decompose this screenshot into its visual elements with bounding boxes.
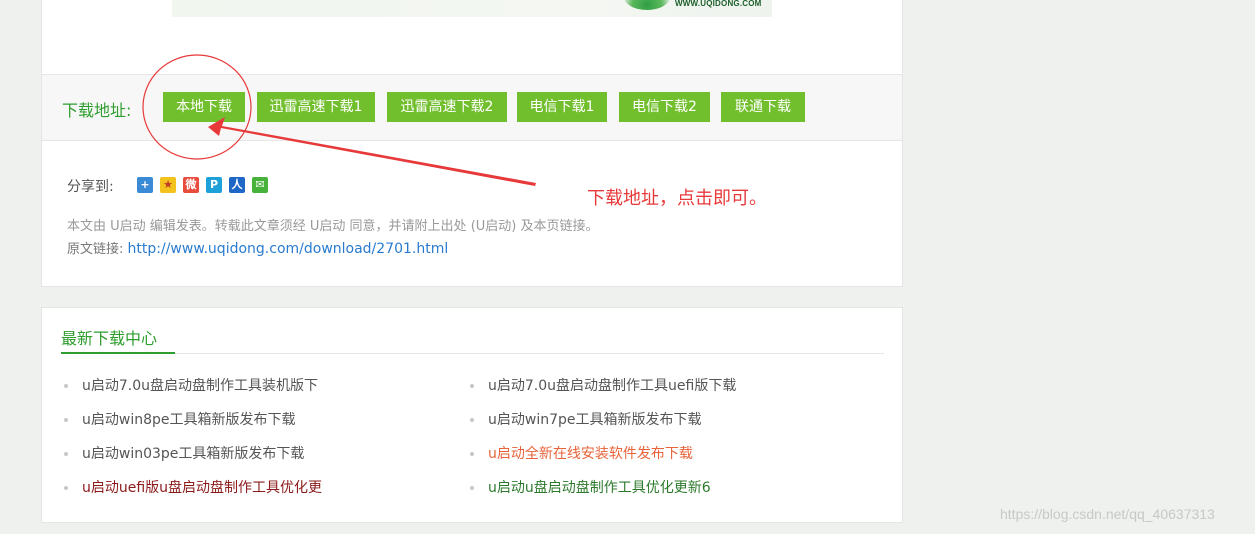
unicom-download-button[interactable]: 联通下载 [721,92,805,122]
article-card: WWW.UQIDONG.COM 下载地址: 本地下载 迅雷高速下载1 迅雷高速下… [41,0,903,287]
tencent-weibo-icon[interactable]: P [206,177,222,193]
original-link-label: 原文链接: [67,242,124,257]
share-label: 分享到: [67,179,114,195]
news-item-5[interactable]: u启动win03pe工具箱新版发布下载 [61,443,304,463]
qzone-star-icon[interactable]: ★ [160,177,176,193]
news-item-2[interactable]: u启动7.0u盘启动盘制作工具uefi版下载 [467,375,736,395]
original-link[interactable]: http://www.uqidong.com/download/2701.htm… [128,241,449,257]
download-bar: 下载地址: 本地下载 迅雷高速下载1 迅雷高速下载2 电信下载1 电信下载2 联… [42,74,902,141]
news-item-1[interactable]: u启动7.0u盘启动盘制作工具装机版下 [61,375,318,395]
news-item-7[interactable]: u启动uefi版u盘启动盘制作工具优化更 [61,477,322,497]
latest-downloads-card: 最新下载中心 u启动7.0u盘启动盘制作工具装机版下 u启动7.0u盘启动盘制作… [41,307,903,523]
news-item-3[interactable]: u启动win8pe工具箱新版发布下载 [61,409,296,429]
thunder-download-2-button[interactable]: 迅雷高速下载2 [387,92,507,122]
plus-share-icon[interactable]: + [137,177,153,193]
thunder-download-1-button[interactable]: 迅雷高速下载1 [257,92,375,122]
wechat-icon[interactable]: ✉ [252,177,268,193]
news-item-4[interactable]: u启动win7pe工具箱新版发布下载 [467,409,702,429]
copyright-notice: 本文由 U启动 编辑发表。转载此文章须经 U启动 同意，并请附上出处 (U启动)… [67,219,599,234]
news-item-6[interactable]: u启动全新在线安装软件发布下载 [467,443,693,463]
telecom-download-2-button[interactable]: 电信下载2 [619,92,710,122]
news-item-8[interactable]: u启动u盘启动盘制作工具优化更新6 [467,477,711,497]
banner-image: WWW.UQIDONG.COM [172,0,772,17]
telecom-download-1-button[interactable]: 电信下载1 [517,92,607,122]
annotation-text: 下载地址，点击即可。 [587,188,767,209]
local-download-button[interactable]: 本地下载 [163,92,245,122]
weibo-icon[interactable]: 微 [183,177,199,193]
renren-icon[interactable]: 人 [229,177,245,193]
download-label: 下载地址: [62,101,132,120]
original-link-row: 原文链接: http://www.uqidong.com/download/27… [67,238,448,257]
title-accent-bar [61,352,175,354]
latest-downloads-title: 最新下载中心 [61,329,158,348]
banner-logo-text: WWW.UQIDONG.COM [675,0,762,8]
uqidong-logo-icon [624,0,670,10]
csdn-watermark: https://blog.csdn.net/qq_40637313 [1000,506,1215,522]
title-divider [61,353,884,354]
